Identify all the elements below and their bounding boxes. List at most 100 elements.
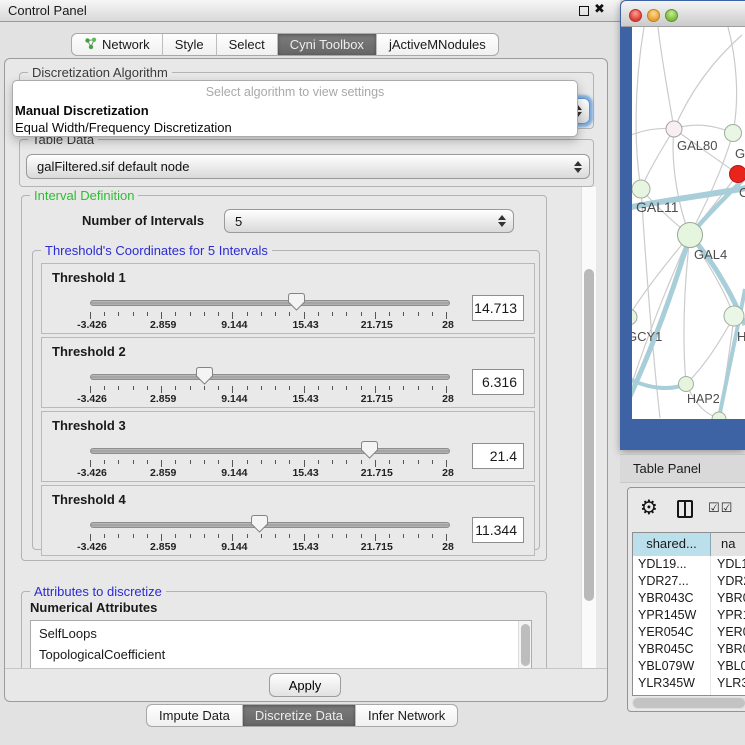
network-node[interactable] bbox=[712, 412, 726, 419]
network-node[interactable] bbox=[725, 125, 742, 142]
network-edge[interactable] bbox=[658, 27, 674, 129]
network-node[interactable] bbox=[679, 377, 694, 392]
panel-title: Control Panel bbox=[8, 0, 87, 22]
list-scrollbar-thumb[interactable] bbox=[521, 624, 530, 666]
numerical-attributes-label: Numerical Attributes bbox=[30, 600, 157, 615]
network-edge[interactable] bbox=[636, 27, 644, 189]
tab-style[interactable]: Style bbox=[162, 33, 216, 56]
table-row[interactable]: YLR345WYLR3 bbox=[633, 675, 745, 692]
table-row[interactable]: YPR145WYPR1 bbox=[633, 607, 745, 624]
settings-scroll-area: Interval Definition Number of Intervals … bbox=[15, 187, 596, 668]
tick-label: 2.859 bbox=[128, 467, 198, 479]
settings-scrollbar-thumb[interactable] bbox=[584, 269, 594, 601]
group-title: Threshold's Coordinates for 5 Intervals bbox=[41, 243, 272, 258]
node-label: C bbox=[739, 185, 745, 200]
table-hscrollbar-thumb[interactable] bbox=[633, 698, 745, 708]
network-node[interactable] bbox=[666, 121, 682, 137]
tab-label: Style bbox=[175, 37, 204, 52]
threshold-label: Threshold 4 bbox=[52, 492, 126, 507]
table-row[interactable]: YBL079WYBL0 bbox=[633, 658, 745, 675]
network-node[interactable] bbox=[632, 180, 650, 198]
list-item[interactable]: TopologicalCoefficient bbox=[31, 644, 531, 665]
tab-label: Infer Network bbox=[368, 708, 445, 723]
column-header-name[interactable]: na bbox=[711, 533, 745, 556]
threshold-value-field[interactable]: 11.344 bbox=[472, 517, 524, 543]
network-node[interactable] bbox=[730, 166, 745, 183]
threshold-label: Threshold 3 bbox=[52, 418, 126, 433]
number-of-intervals-label: Number of Intervals bbox=[82, 213, 204, 228]
zoom-traffic-light[interactable] bbox=[665, 9, 678, 22]
tick-label: 15.43 bbox=[271, 541, 341, 553]
thresholds-group: Threshold's Coordinates for 5 Intervals … bbox=[32, 250, 540, 550]
slider-thumb[interactable] bbox=[361, 440, 378, 459]
combo-arrows-icon bbox=[574, 161, 582, 173]
threshold-value-field[interactable]: 21.4 bbox=[472, 443, 524, 469]
algorithm-option[interactable]: Equal Width/Frequency Discretization bbox=[15, 120, 232, 135]
threshold-label: Threshold 1 bbox=[52, 270, 126, 285]
checkbox-icons[interactable]: ☑☑ bbox=[708, 501, 733, 516]
tick-label: -3.426 bbox=[57, 319, 127, 331]
table-row[interactable]: YBR045CYBR0 bbox=[633, 641, 745, 658]
settings-scrollbar[interactable] bbox=[581, 187, 596, 668]
table-row[interactable]: YER054CYER0 bbox=[633, 624, 745, 641]
cyni-toolbox-panel: Discretization Algorithm Table Data galF… bbox=[4, 58, 608, 702]
numerical-attributes-list[interactable]: SelfLoopsTopologicalCoefficientBetweenne… bbox=[30, 620, 532, 668]
apply-button[interactable]: Apply bbox=[269, 673, 341, 697]
slider-track[interactable] bbox=[90, 522, 450, 528]
threshold-value-field[interactable]: 6.316 bbox=[472, 369, 524, 395]
column-header-shared[interactable]: shared... bbox=[633, 533, 711, 556]
tab-select[interactable]: Select bbox=[216, 33, 277, 56]
tab-jactivemnodules[interactable]: jActiveMNodules bbox=[376, 33, 499, 56]
slider-track[interactable] bbox=[90, 300, 450, 306]
tab-infer-network[interactable]: Infer Network bbox=[355, 704, 458, 727]
screen: Control Panel ✖ Network Style Select Cyni T… bbox=[0, 0, 745, 745]
table-row[interactable]: YBR043CYBR0 bbox=[633, 590, 745, 607]
threshold-box: Threshold 1-3.4262.8599.14415.4321.71528… bbox=[41, 263, 535, 334]
table-horizontal-scrollbar[interactable] bbox=[632, 697, 745, 709]
tab-cyni-toolbox[interactable]: Cyni Toolbox bbox=[277, 33, 376, 56]
tab-impute-data[interactable]: Impute Data bbox=[146, 704, 242, 727]
close-traffic-light[interactable] bbox=[629, 9, 642, 22]
slider-thumb[interactable] bbox=[251, 514, 268, 533]
network-node[interactable] bbox=[632, 309, 637, 325]
network-node[interactable] bbox=[724, 306, 744, 326]
network-edge[interactable] bbox=[641, 129, 674, 189]
gear-icon[interactable]: ⚙ bbox=[640, 495, 658, 519]
node-label: GA bbox=[735, 146, 745, 161]
combo-value: 5 bbox=[235, 210, 242, 234]
tab-discretize-data[interactable]: Discretize Data bbox=[242, 704, 355, 727]
cell-name: YDL1 bbox=[711, 556, 745, 573]
close-icon[interactable]: ✖ bbox=[594, 2, 605, 17]
tab-label: Select bbox=[229, 37, 265, 52]
tick-label: 21.715 bbox=[342, 319, 412, 331]
cell-name: YPR1 bbox=[711, 607, 745, 624]
list-item[interactable]: SelfLoops bbox=[31, 623, 531, 644]
slider-track[interactable] bbox=[90, 448, 450, 454]
tick-label: 2.859 bbox=[128, 319, 198, 331]
number-of-intervals-combobox[interactable]: 5 bbox=[224, 209, 514, 233]
algorithm-option[interactable]: Manual Discretization bbox=[15, 103, 149, 118]
slider-track[interactable] bbox=[90, 374, 450, 380]
table-row[interactable]: YIL052CYIL0 bbox=[633, 692, 745, 696]
columns-icon[interactable] bbox=[677, 500, 693, 518]
tick-label: 2.859 bbox=[128, 541, 198, 553]
cell-name: YER0 bbox=[711, 624, 745, 641]
slider-thumb[interactable] bbox=[288, 292, 305, 311]
network-node[interactable] bbox=[678, 223, 703, 248]
network-canvas[interactable]: GAL80GACGAL11GAL4GCY1HHAP2 bbox=[632, 27, 745, 419]
tick-label: -3.426 bbox=[57, 541, 127, 553]
table-data-combobox[interactable]: galFiltered.sif default node bbox=[26, 154, 590, 179]
node-label: GAL4 bbox=[694, 247, 727, 262]
tab-network[interactable]: Network bbox=[71, 33, 162, 56]
slider-thumb[interactable] bbox=[196, 366, 213, 385]
table-row[interactable]: YDR27...YDR2 bbox=[633, 573, 745, 590]
table-panel: ⚙ ☑☑ shared... na YDL19...YDL1YDR27...YD… bbox=[627, 487, 745, 712]
list-scrollbar[interactable] bbox=[518, 621, 531, 668]
float-window-icon[interactable] bbox=[579, 6, 589, 16]
tick-label: 9.144 bbox=[199, 467, 269, 479]
minimize-traffic-light[interactable] bbox=[647, 9, 660, 22]
table-row[interactable]: YDL19...YDL1 bbox=[633, 556, 745, 573]
threshold-value-field[interactable]: 14.713 bbox=[472, 295, 524, 321]
network-edge[interactable] bbox=[674, 35, 742, 129]
network-edge[interactable] bbox=[728, 27, 737, 133]
